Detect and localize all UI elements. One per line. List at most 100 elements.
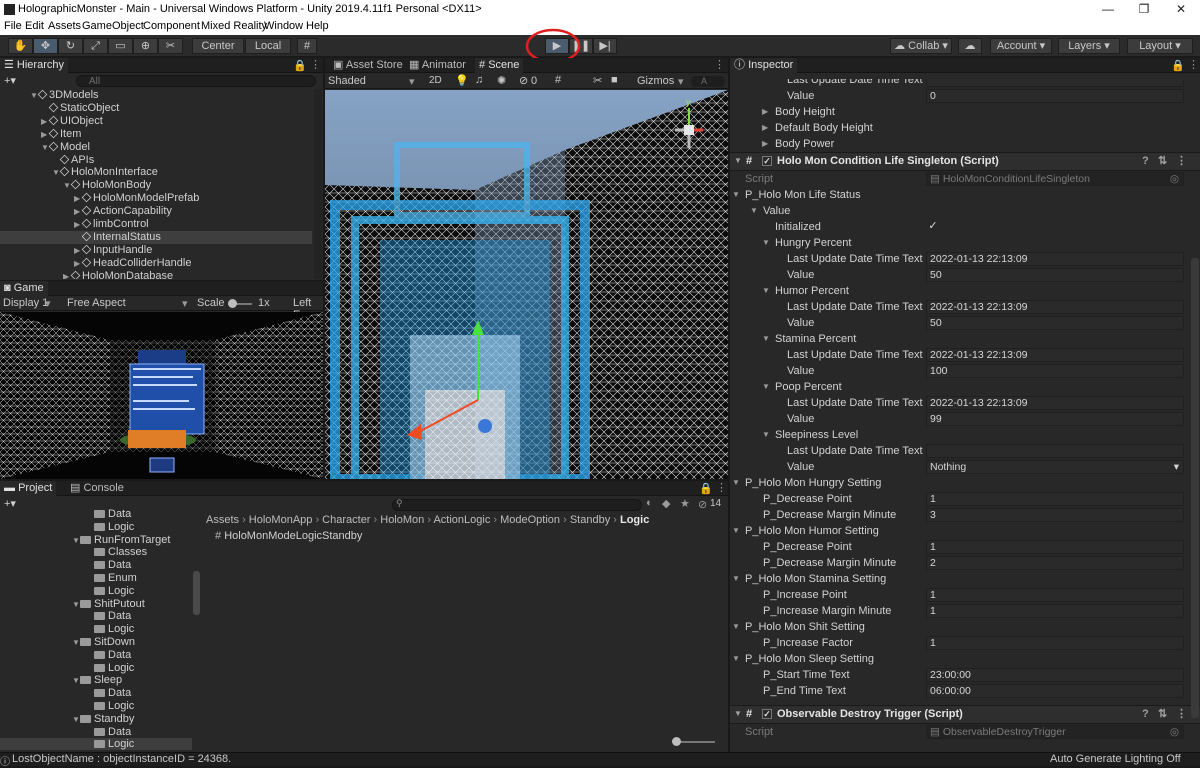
expanded-arrow-icon[interactable]: ▼ bbox=[750, 203, 758, 219]
value-field[interactable]: 99 bbox=[926, 412, 1184, 426]
help-icon[interactable]: ? bbox=[1142, 153, 1149, 169]
hierarchy-item[interactable]: InternalStatus bbox=[0, 230, 312, 244]
project-folder-item[interactable]: ▼ ShitPutout bbox=[0, 598, 192, 611]
foldout-row[interactable]: ▼ P_Holo Mon Stamina Setting bbox=[730, 571, 1200, 587]
project-folder-item[interactable]: Data bbox=[0, 610, 192, 623]
foldout-row[interactable]: ▶ Body Power bbox=[730, 136, 1200, 152]
value-field[interactable]: 1 bbox=[926, 540, 1184, 554]
value-field[interactable]: 100 bbox=[926, 364, 1184, 378]
minimize-button[interactable]: — bbox=[1090, 0, 1126, 19]
project-folder-item[interactable]: Classes bbox=[0, 546, 192, 559]
component-enabled-checkbox[interactable]: ✓ bbox=[762, 709, 772, 719]
foldout-row[interactable]: ▼ Hungry Percent bbox=[730, 235, 1200, 251]
breadcrumb-item[interactable]: Logic bbox=[620, 514, 649, 526]
hierarchy-scrollbar[interactable] bbox=[314, 89, 322, 279]
move-tool-icon[interactable]: ✥ bbox=[33, 38, 58, 54]
project-lock-icon[interactable]: 🔒 bbox=[699, 482, 713, 495]
tab-game[interactable]: ◙ Game bbox=[0, 281, 48, 296]
menu-assets[interactable]: Assets bbox=[48, 20, 81, 32]
transform-tool-icon[interactable]: ⊕ bbox=[133, 38, 158, 54]
expanded-arrow-icon[interactable]: ▼ bbox=[762, 379, 770, 395]
gizmos-button[interactable]: Gizmos bbox=[637, 75, 674, 87]
foldout-row[interactable]: ▼ Stamina Percent bbox=[730, 331, 1200, 347]
collapsed-arrow-icon[interactable]: ▶ bbox=[762, 136, 768, 152]
value-field[interactable]: 2022-01-13 22:13:09 bbox=[926, 396, 1184, 410]
collapsed-arrow-icon[interactable]: ▶ bbox=[762, 104, 768, 120]
lighting-toggle-icon[interactable]: 💡 bbox=[455, 74, 469, 87]
collapsed-arrow-icon[interactable]: ▶ bbox=[74, 244, 82, 257]
collapsed-arrow-icon[interactable]: ▶ bbox=[74, 205, 82, 218]
scale-tool-icon[interactable]: ⤢ bbox=[83, 38, 108, 54]
hierarchy-item[interactable]: ▶ Item bbox=[0, 128, 312, 141]
expanded-arrow-icon[interactable]: ▼ bbox=[732, 571, 740, 587]
foldout-row[interactable]: ▶ Body Height bbox=[730, 104, 1200, 120]
tab-inspector[interactable]: ⓘ Inspector bbox=[730, 58, 798, 73]
enum-dropdown[interactable]: Nothing ▾ bbox=[926, 460, 1184, 474]
hierarchy-item[interactable]: StaticObject bbox=[0, 102, 312, 115]
create-plus-icon[interactable]: +▾ bbox=[4, 74, 16, 87]
project-folder-item[interactable]: Data bbox=[0, 508, 192, 521]
hand-tool-icon[interactable]: ✋ bbox=[8, 38, 33, 54]
collapsed-arrow-icon[interactable]: ▶ bbox=[74, 192, 82, 205]
expanded-arrow-icon[interactable]: ▼ bbox=[732, 523, 740, 539]
project-folder-item[interactable]: Data bbox=[0, 687, 192, 700]
project-search-input[interactable] bbox=[392, 499, 642, 511]
expanded-arrow-icon[interactable]: ▼ bbox=[72, 636, 80, 649]
foldout-row[interactable]: ▼ Sleepiness Level bbox=[730, 427, 1200, 443]
tab-animator[interactable]: ▦ Animator bbox=[405, 58, 470, 73]
value-field[interactable]: 2022-01-13 22:13:09 bbox=[926, 348, 1184, 362]
project-folder-item[interactable]: Logic bbox=[0, 662, 192, 675]
foldout-row[interactable]: ▼ P_Holo Mon Hungry Setting bbox=[730, 475, 1200, 491]
tab-project[interactable]: ▬ Project bbox=[0, 481, 57, 496]
component-menu-icon[interactable]: ⋮ bbox=[1176, 153, 1187, 169]
lighting-status[interactable]: Auto Generate Lighting Off bbox=[1050, 753, 1181, 765]
hierarchy-item[interactable]: ▼ 3DModels bbox=[0, 89, 312, 102]
layout-dropdown[interactable]: Layout ▾ bbox=[1127, 38, 1193, 54]
help-icon[interactable]: ? bbox=[1142, 706, 1149, 722]
hierarchy-item[interactable]: ▶ HeadColliderHandle bbox=[0, 257, 312, 270]
value-field[interactable] bbox=[926, 444, 1184, 458]
foldout-row[interactable]: ▶ Default Body Height bbox=[730, 120, 1200, 136]
panel-menu-icon[interactable]: ⋮ bbox=[310, 58, 321, 71]
expanded-arrow-icon[interactable]: ▼ bbox=[732, 187, 740, 203]
foldout-row[interactable]: ▼ P_Holo Mon Shit Setting bbox=[730, 619, 1200, 635]
expanded-arrow-icon[interactable]: ▼ bbox=[72, 534, 80, 547]
shading-mode-select[interactable]: Shaded bbox=[328, 75, 366, 87]
object-picker-icon[interactable]: ◎ bbox=[1170, 726, 1179, 738]
value-field[interactable]: 1 bbox=[926, 604, 1184, 618]
collapsed-arrow-icon[interactable]: ▶ bbox=[74, 218, 82, 231]
project-folder-item[interactable]: Data bbox=[0, 559, 192, 572]
scene-viewport[interactable]: y bbox=[325, 90, 728, 479]
mode-2d-button[interactable]: 2D bbox=[429, 75, 442, 86]
expanded-arrow-icon[interactable]: ▼ bbox=[72, 713, 80, 726]
pivot-center-button[interactable]: Center bbox=[192, 38, 244, 54]
hierarchy-item[interactable]: ▶ ActionCapability bbox=[0, 205, 312, 218]
menu-mixed-reality[interactable]: Mixed Reality bbox=[201, 20, 267, 32]
hierarchy-item[interactable]: ▶ InputHandle bbox=[0, 244, 312, 257]
status-message[interactable]: LostObjectName : objectInstanceID = 2436… bbox=[12, 753, 231, 765]
value-field[interactable]: 23:00:00 bbox=[926, 668, 1184, 682]
breadcrumb-item[interactable]: HoloMonApp bbox=[249, 514, 313, 526]
project-folder-item[interactable]: ▼ Sleep bbox=[0, 674, 192, 687]
layers-dropdown[interactable]: Layers ▾ bbox=[1058, 38, 1120, 54]
collab-button[interactable]: ☁ Collab ▾ bbox=[890, 38, 952, 54]
script-reference-field[interactable]: ▤ ObservableDestroyTrigger ◎ bbox=[926, 725, 1184, 739]
hierarchy-item[interactable]: ▶ HoloMonModelPrefab bbox=[0, 192, 312, 205]
value-field[interactable]: 06:00:00 bbox=[926, 684, 1184, 698]
menu-gameobject[interactable]: GameObject bbox=[82, 20, 144, 32]
foldout-row[interactable]: ▼ P_Holo Mon Life Status bbox=[730, 187, 1200, 203]
visibility-icon[interactable]: ⊘ bbox=[519, 74, 528, 87]
hierarchy-item[interactable]: ▶ HoloMonDatabase bbox=[0, 270, 312, 279]
tab-asset-store[interactable]: ▣ Asset Store bbox=[329, 58, 407, 73]
scale-slider-handle[interactable] bbox=[228, 299, 237, 308]
menu-edit[interactable]: Edit bbox=[25, 20, 44, 32]
menu-window[interactable]: Window bbox=[264, 20, 303, 32]
breadcrumb-item[interactable]: Standby bbox=[570, 514, 610, 526]
audio-toggle-icon[interactable]: ♫ bbox=[475, 74, 483, 86]
expanded-arrow-icon[interactable]: ▼ bbox=[762, 235, 770, 251]
project-folder-item[interactable]: Enum bbox=[0, 572, 192, 585]
collapsed-arrow-icon[interactable]: ▶ bbox=[41, 128, 49, 141]
project-folder-item[interactable]: Data bbox=[0, 726, 192, 739]
value-field[interactable]: 3 bbox=[926, 508, 1184, 522]
project-folder-item[interactable]: ▼ RunFromTarget bbox=[0, 534, 192, 547]
